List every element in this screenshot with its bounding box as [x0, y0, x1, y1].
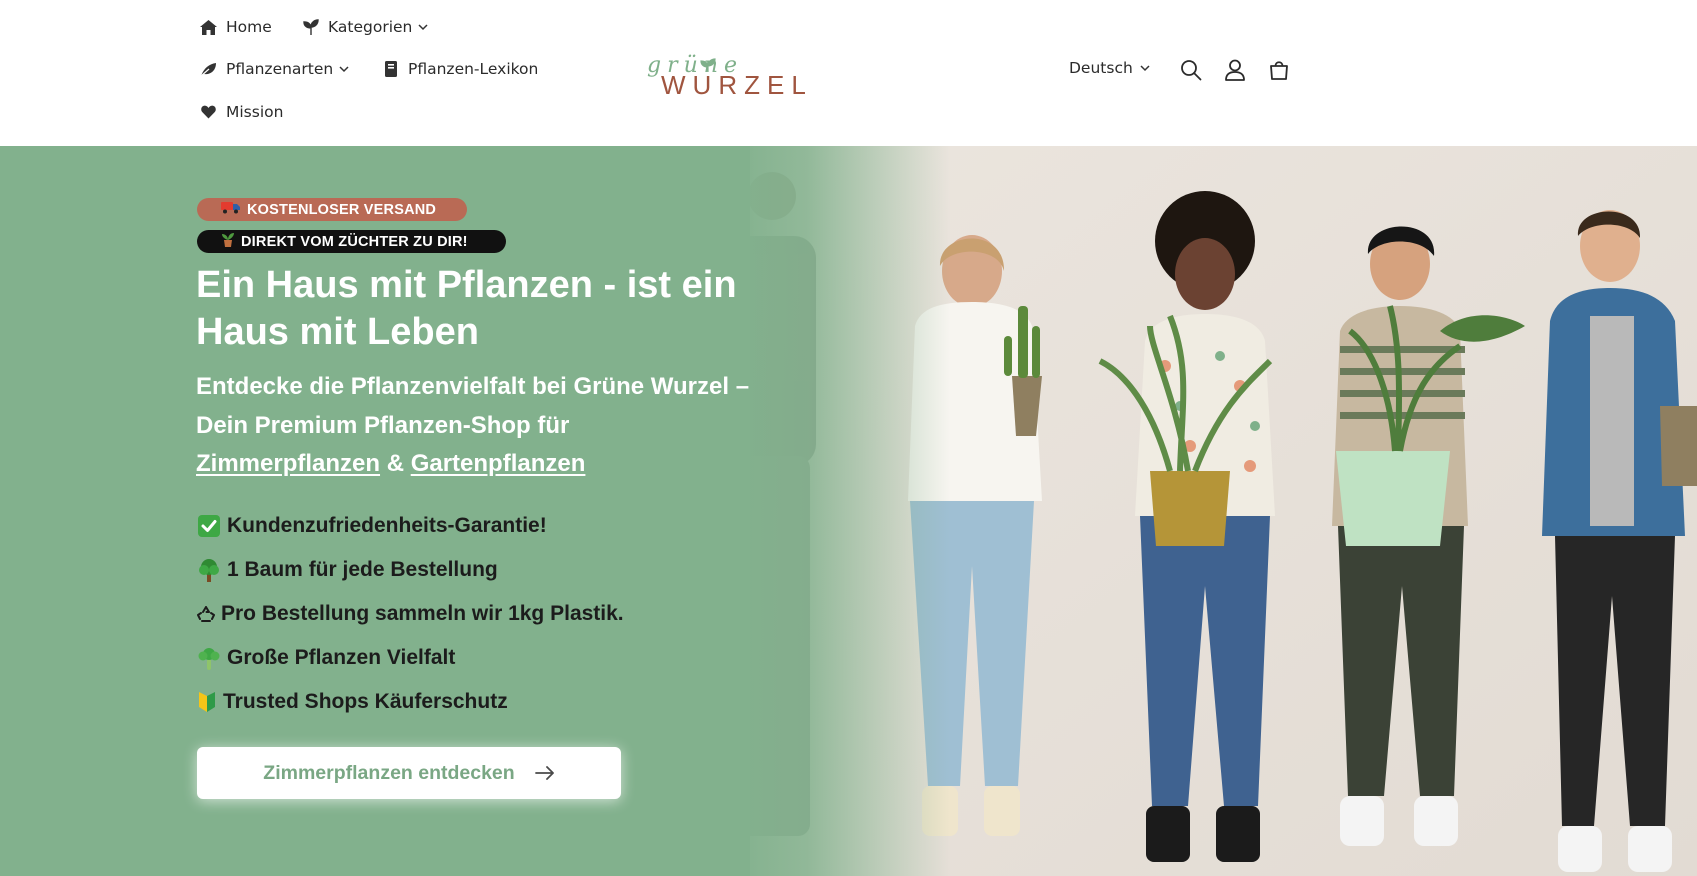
potted-plant-icon	[221, 232, 235, 251]
badge-free-shipping-text: KOSTENLOSER VERSAND	[247, 201, 437, 218]
brand-logo[interactable]: grüne WURZEL	[645, 48, 845, 100]
leaf-icon	[200, 61, 217, 78]
nav-home[interactable]: Home	[200, 18, 272, 36]
nav-pflanzenarten-label: Pflanzenarten	[226, 60, 334, 78]
chevron-down-icon	[339, 66, 349, 73]
arrow-right-icon	[534, 766, 554, 780]
beginner-shield-icon	[197, 690, 217, 714]
cta-label: Zimmerpflanzen entdecken	[263, 761, 515, 784]
heart-icon	[200, 104, 217, 121]
account-icon[interactable]	[1223, 58, 1247, 82]
language-selector[interactable]: Deutsch	[1069, 59, 1150, 77]
nav-lexikon[interactable]: Pflanzen-Lexikon	[382, 60, 538, 78]
feature-text: Trusted Shops Käuferschutz	[223, 690, 508, 713]
hero-fade-overlay	[730, 146, 950, 876]
chevron-down-icon	[1140, 65, 1150, 72]
hero-section: KOSTENLOSER VERSAND DIREKT VOM ZÜCHTER Z…	[0, 146, 1697, 876]
feature-text: Große Pflanzen Vielfalt	[227, 646, 456, 669]
language-selected: Deutsch	[1069, 59, 1133, 77]
hero-subtitle-text: Entdecke die Pflanzenvielfalt bei Grüne …	[196, 373, 750, 439]
feature-item: 1 Baum für jede Bestellung	[197, 558, 498, 582]
badge-direct-grower-text: DIREKT VOM ZÜCHTER ZU DIR!	[241, 233, 468, 250]
feature-item: Große Pflanzen Vielfalt	[197, 646, 455, 670]
tree-icon	[197, 558, 221, 582]
nav-home-label: Home	[226, 18, 272, 36]
nav-mission-label: Mission	[226, 103, 284, 121]
feature-text: Kundenzufriedenheits-Garantie!	[227, 514, 547, 537]
nav-kategorien[interactable]: Kategorien	[302, 18, 428, 36]
cta-zimmerpflanzen-button[interactable]: Zimmerpflanzen entdecken	[197, 747, 621, 799]
site-header: Home Kategorien Pflanzenarten Pflanzen-L…	[0, 0, 1697, 146]
hero-subtitle-amp: &	[380, 450, 411, 477]
chevron-down-icon	[418, 24, 428, 31]
check-icon	[197, 514, 221, 538]
nav-kategorien-label: Kategorien	[328, 18, 413, 36]
feature-text: 1 Baum für jede Bestellung	[227, 558, 498, 581]
feature-item: Pro Bestellung sammeln wir 1kg Plastik.	[197, 602, 624, 626]
home-icon	[200, 19, 217, 36]
nav-lexikon-label: Pflanzen-Lexikon	[408, 60, 539, 78]
feature-text: Pro Bestellung sammeln wir 1kg Plastik.	[221, 602, 624, 625]
feature-item: Trusted Shops Käuferschutz	[197, 690, 508, 714]
badge-free-shipping: KOSTENLOSER VERSAND	[197, 198, 467, 221]
feature-item: Kundenzufriedenheits-Garantie!	[197, 514, 547, 538]
search-icon[interactable]	[1179, 58, 1203, 82]
hero-title: Ein Haus mit Pflanzen - ist ein Haus mit…	[196, 264, 737, 353]
nav-pflanzenarten[interactable]: Pflanzenarten	[200, 60, 349, 78]
badge-direct-grower: DIREKT VOM ZÜCHTER ZU DIR!	[197, 230, 506, 253]
sprout-icon	[302, 19, 319, 36]
nav-mission[interactable]: Mission	[200, 103, 283, 121]
link-zimmerpflanzen[interactable]: Zimmerpflanzen	[196, 450, 380, 477]
broccoli-icon	[197, 646, 221, 670]
link-gartenpflanzen[interactable]: Gartenpflanzen	[411, 450, 586, 477]
recycle-icon	[197, 602, 215, 626]
hero-subtitle: Entdecke die Pflanzenvielfalt bei Grüne …	[196, 368, 756, 484]
logo-bottom-text: WURZEL	[661, 70, 813, 100]
cart-icon[interactable]	[1267, 58, 1291, 82]
book-icon	[382, 61, 399, 78]
truck-icon	[221, 201, 241, 218]
